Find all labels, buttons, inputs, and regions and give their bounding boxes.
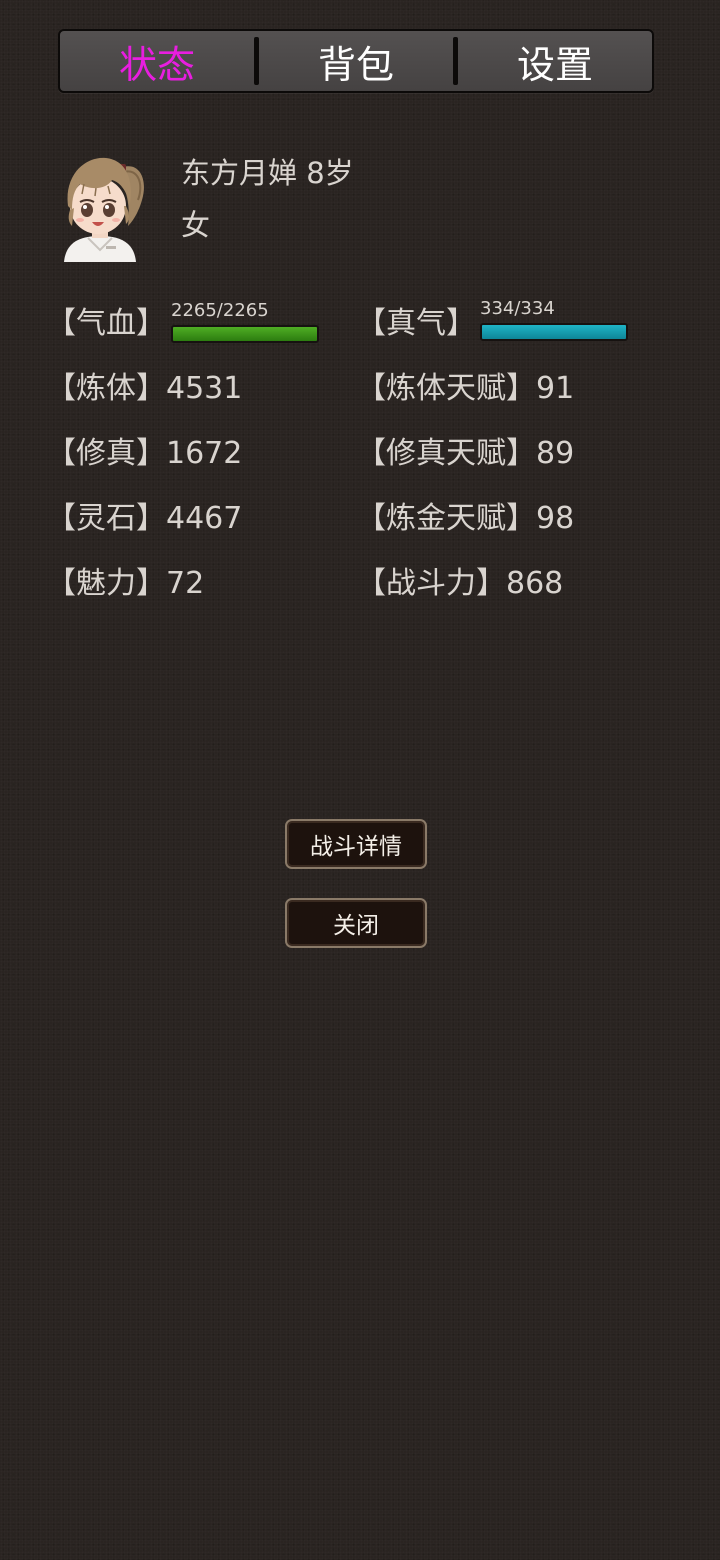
- character-name-age: 东方月婵 8岁: [181, 156, 354, 190]
- stat-spirit-stones: 【灵石】4467: [46, 499, 242, 539]
- stat-value: 91: [536, 371, 575, 406]
- stat-alchemy-talent: 【炼金天赋】98: [356, 499, 574, 539]
- tab-status[interactable]: 状态: [60, 31, 254, 91]
- stat-label: 【炼金天赋】: [356, 501, 536, 536]
- stat-cultivation-talent: 【修真天赋】89: [356, 434, 574, 474]
- tab-inventory[interactable]: 背包: [259, 31, 453, 91]
- stat-value: 4531: [166, 371, 243, 406]
- stat-value: 4467: [166, 501, 243, 536]
- stat-body-refining: 【炼体】4531: [46, 369, 242, 409]
- stat-label: 【炼体天赋】: [356, 371, 536, 406]
- tab-bar: 状态 背包 设置: [58, 29, 654, 93]
- stat-label: 【修真】: [46, 436, 166, 471]
- hp-bar-fill: [173, 327, 317, 341]
- stat-label: 【战斗力】: [356, 566, 506, 601]
- stat-value: 868: [506, 566, 564, 601]
- girl-portrait-icon: [50, 150, 150, 262]
- stat-label: 【炼体】: [46, 371, 166, 406]
- stat-label: 【灵石】: [46, 501, 166, 536]
- mp-value: 334/334: [480, 298, 555, 319]
- stat-label: 【修真天赋】: [356, 436, 536, 471]
- close-button[interactable]: 关闭: [285, 898, 427, 948]
- hp-bar: [171, 325, 319, 343]
- mp-bar: [480, 323, 628, 341]
- mp-label: 【真气】: [356, 306, 476, 341]
- stat-value: 72: [166, 566, 205, 601]
- stat-value: 89: [536, 436, 575, 471]
- stat-cultivation: 【修真】1672: [46, 434, 242, 474]
- stat-body-refining-talent: 【炼体天赋】91: [356, 369, 574, 409]
- tab-settings[interactable]: 设置: [458, 31, 652, 91]
- stat-charm: 【魅力】72: [46, 564, 204, 604]
- stat-value: 1672: [166, 436, 243, 471]
- character-gender: 女: [181, 208, 211, 242]
- hp-label: 【气血】: [46, 306, 166, 341]
- mp-bar-fill: [482, 325, 626, 339]
- stat-label: 【魅力】: [46, 566, 166, 601]
- stat-value: 98: [536, 501, 575, 536]
- hp-value: 2265/2265: [171, 300, 269, 321]
- stat-combat-power: 【战斗力】868: [356, 564, 563, 604]
- battle-details-button[interactable]: 战斗详情: [285, 819, 427, 869]
